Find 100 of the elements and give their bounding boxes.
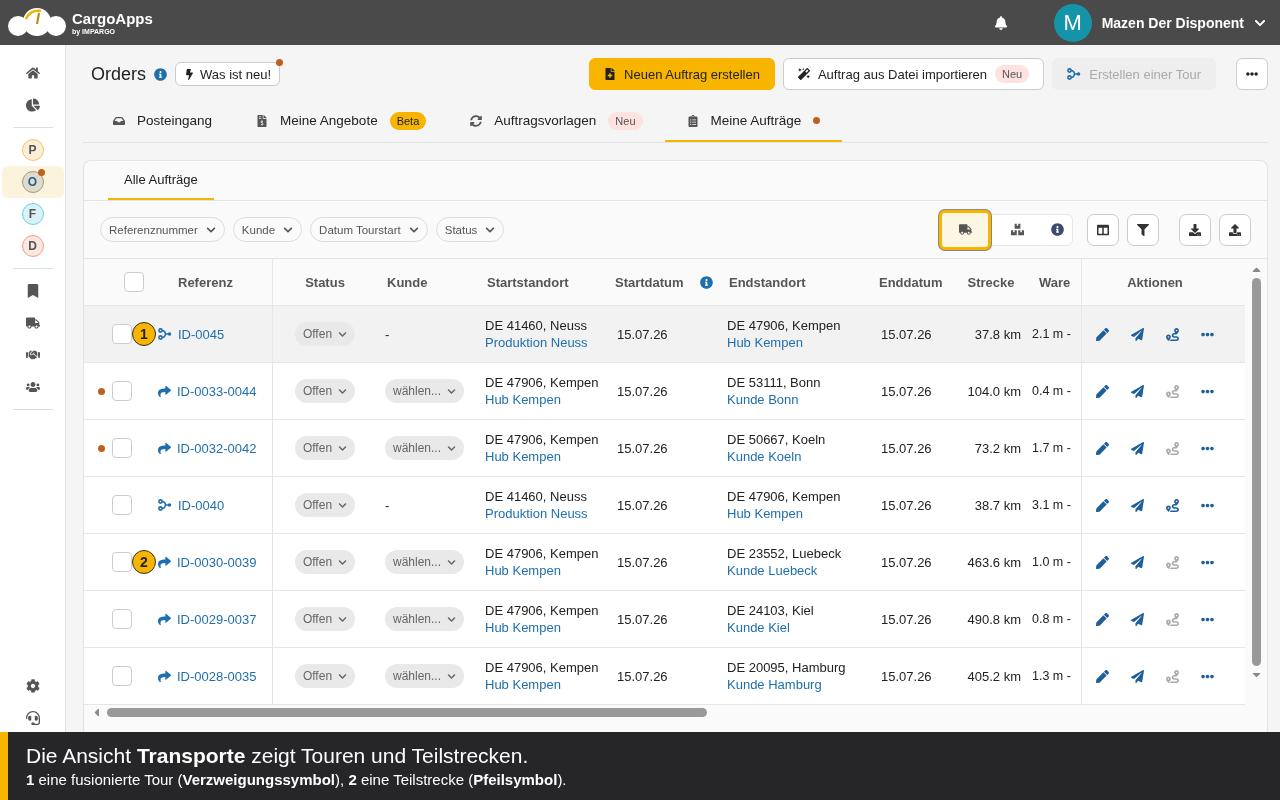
filter-dropdown[interactable]: Status	[435, 217, 505, 242]
more-button[interactable]	[1236, 58, 1268, 90]
edit-icon[interactable]	[1096, 555, 1109, 569]
start-site-link[interactable]: Hub Kempen	[485, 620, 561, 635]
send-icon[interactable]	[1131, 555, 1144, 569]
edit-icon[interactable]	[1096, 441, 1109, 455]
row-checkbox[interactable]	[112, 666, 132, 686]
scrollbar-thumb[interactable]	[107, 707, 707, 717]
filter-dropdown[interactable]: Kunde	[232, 217, 303, 242]
row-checkbox[interactable]	[112, 495, 132, 515]
customer-dropdown[interactable]: wählen...	[385, 607, 465, 631]
user-name[interactable]: Mazen Der Disponent	[1101, 14, 1244, 31]
reference-link[interactable]: ID-0045	[178, 326, 225, 342]
state-dropdown[interactable]: Offen	[294, 550, 356, 574]
row-checkbox[interactable]	[112, 609, 132, 629]
app-switch-item[interactable]: O	[1, 166, 64, 198]
info-icon[interactable]	[154, 67, 167, 81]
edit-icon[interactable]	[1096, 669, 1109, 683]
end-site-link[interactable]: Hub Kempen	[727, 335, 803, 350]
start-site-link[interactable]: Hub Kempen	[485, 449, 561, 464]
edit-icon[interactable]	[1096, 384, 1109, 398]
info-icon[interactable]	[1051, 223, 1064, 236]
row-checkbox[interactable]	[112, 381, 132, 401]
columns-button[interactable]	[1087, 213, 1119, 246]
app-switch-item[interactable]: D	[1, 230, 64, 262]
bell-icon[interactable]	[993, 15, 1008, 30]
download-button[interactable]	[1179, 213, 1211, 246]
state-dropdown[interactable]: Offen	[294, 664, 356, 688]
settings-icon[interactable]	[24, 678, 41, 694]
row-checkbox[interactable]	[112, 324, 132, 344]
customer-dropdown[interactable]: wählen...	[385, 550, 465, 574]
route-icon[interactable]	[1166, 327, 1179, 341]
filter-dropdown[interactable]: Datum Tourstart	[310, 217, 428, 242]
edit-icon[interactable]	[1096, 612, 1109, 626]
tab[interactable]: Alle Aufträge	[108, 161, 214, 200]
row-checkbox[interactable]	[112, 552, 132, 572]
tab[interactable]: Meine Aufträge	[664, 101, 843, 142]
reference-link[interactable]: ID-0029-0037	[177, 611, 257, 627]
edit-icon[interactable]	[1096, 498, 1109, 512]
table-row[interactable]: ID-0032-0042 Offen wählen... DE 47906, Kempen Hub Kempen 15.07.26 DE 50667, Koeln Kunde Koeln 15.07.26 73.2 km 1.7 m -	[84, 420, 1245, 477]
import-button[interactable]: Auftrag aus Datei importieren Neu	[782, 58, 1045, 90]
reference-link[interactable]: ID-0030-0039	[177, 554, 257, 570]
filter-button[interactable]	[1127, 213, 1159, 246]
pie-chart-icon[interactable]	[24, 97, 41, 113]
route-icon[interactable]	[1166, 498, 1179, 512]
row-checkbox[interactable]	[112, 438, 132, 458]
scrollbar-thumb[interactable]	[1251, 278, 1261, 666]
start-site-link[interactable]: Produktion Neuss	[485, 506, 588, 521]
filter-dropdown[interactable]: Referenznummer	[100, 217, 225, 242]
user-avatar[interactable]: M	[1053, 3, 1092, 42]
reference-link[interactable]: ID-0028-0035	[177, 668, 257, 684]
tab[interactable]: Meine Angebote Beta	[234, 101, 449, 142]
table-row[interactable]: 2 ID-0030-0039 Offen wählen... DE 47906, Kempen Hub Kempen 15.07.26 DE 23552, Luebeck Kunde Luebeck 15.07.26 463.6 km 1.0 m -	[84, 534, 1245, 591]
send-icon[interactable]	[1131, 498, 1144, 512]
info-icon[interactable]	[699, 275, 713, 289]
send-icon[interactable]	[1131, 669, 1144, 683]
reference-link[interactable]: ID-0040	[178, 497, 225, 513]
app-switch-item[interactable]: F	[1, 198, 64, 230]
end-site-link[interactable]: Kunde Luebeck	[727, 563, 818, 578]
tab[interactable]: Auftragsvorlagen Neu	[448, 101, 665, 142]
table-row[interactable]: ID-0040 Offen - DE 41460, Neuss Produktion Neuss 15.07.26 DE 47906, Kempen Hub Kempen 15.07.26 38.7 km 3.1 m -	[84, 477, 1245, 534]
headset-icon[interactable]	[24, 710, 41, 726]
state-dropdown[interactable]: Offen	[294, 322, 356, 346]
users-icon[interactable]	[24, 379, 41, 395]
customer-dropdown[interactable]: wählen...	[385, 664, 465, 688]
table-row[interactable]: 1 ID-0045 Offen - DE 41460, Neuss Produktion Neuss 15.07.26 DE 47906, Kempen Hub Kempen 15.07.26 37.8 km 2.1 m -	[84, 306, 1245, 363]
state-dropdown[interactable]: Offen	[294, 436, 356, 460]
tab[interactable]: Posteingang	[91, 101, 235, 142]
state-dropdown[interactable]: Offen	[294, 379, 356, 403]
end-site-link[interactable]: Hub Kempen	[727, 506, 803, 521]
start-site-link[interactable]: Hub Kempen	[485, 563, 561, 578]
transport-view-button[interactable]	[939, 209, 991, 250]
table-row[interactable]: ID-0028-0035 Offen wählen... DE 47906, Kempen Hub Kempen 15.07.26 DE 20095, Hamburg Kunde Hamburg 15.07.26 405.2 km 1.3 m -	[84, 648, 1245, 705]
home-icon[interactable]	[24, 65, 41, 81]
table-row[interactable]: ID-0029-0037 Offen wählen... DE 47906, Kempen Hub Kempen 15.07.26 DE 24103, Kiel Kunde Kiel 15.07.26 490.8 km 0.8 m -	[84, 591, 1245, 648]
end-site-link[interactable]: Kunde Bonn	[727, 392, 799, 407]
send-icon[interactable]	[1131, 612, 1144, 626]
end-site-link[interactable]: Kunde Hamburg	[727, 677, 822, 692]
select-all-checkbox[interactable]	[124, 272, 144, 292]
edit-icon[interactable]	[1096, 327, 1109, 341]
state-dropdown[interactable]: Offen	[294, 493, 356, 517]
reference-link[interactable]: ID-0032-0042	[177, 440, 257, 456]
upload-button[interactable]	[1219, 213, 1251, 246]
end-site-link[interactable]: Kunde Kiel	[727, 620, 790, 635]
whats-new-button[interactable]: Was ist neu!	[175, 62, 281, 86]
state-dropdown[interactable]: Offen	[294, 607, 356, 631]
customer-dropdown[interactable]: wählen...	[385, 436, 465, 460]
create-order-button[interactable]: Neuen Auftrag erstellen	[589, 58, 775, 90]
send-icon[interactable]	[1131, 384, 1144, 398]
customer-dropdown[interactable]: wählen...	[385, 379, 465, 403]
send-icon[interactable]	[1131, 441, 1144, 455]
start-site-link[interactable]: Hub Kempen	[485, 392, 561, 407]
end-site-link[interactable]: Kunde Koeln	[727, 449, 802, 464]
send-icon[interactable]	[1131, 327, 1144, 341]
table-row[interactable]: ID-0033-0044 Offen wählen... DE 47906, Kempen Hub Kempen 15.07.26 DE 53111, Bonn Kunde Bonn 15.07.26 104.0 km 0.4 m -	[84, 363, 1245, 420]
start-site-link[interactable]: Produktion Neuss	[485, 335, 588, 350]
start-site-link[interactable]: Hub Kempen	[485, 677, 561, 692]
truck-icon[interactable]	[24, 315, 41, 331]
reference-link[interactable]: ID-0033-0044	[177, 383, 257, 399]
app-switch-item[interactable]: P	[1, 134, 64, 166]
